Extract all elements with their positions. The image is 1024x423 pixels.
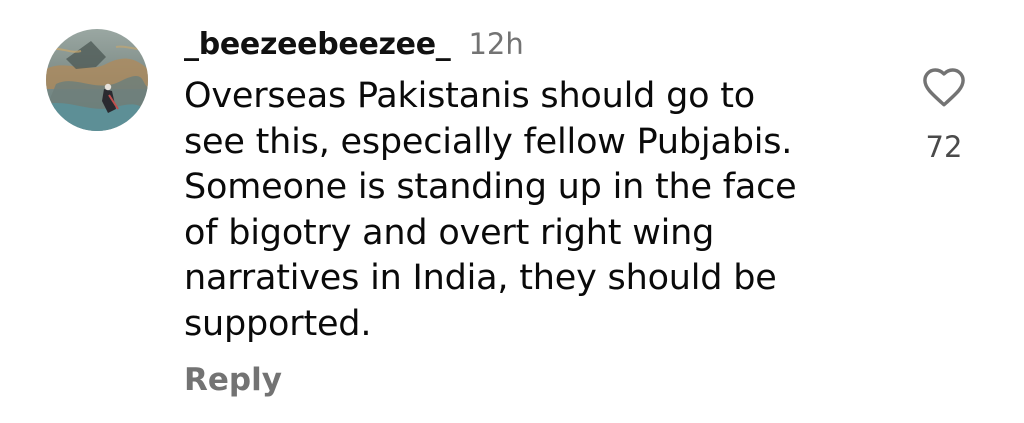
- avatar[interactable]: [46, 29, 148, 131]
- comment-text-line: Someone is standing up in the face: [184, 167, 797, 207]
- comment-item: _beezeebeezee_ 12h Overseas Pakistanis s…: [0, 0, 1024, 423]
- comment-meta: _beezeebeezee_ 12h: [184, 22, 884, 66]
- comment-text-line: see this, especially fellow Pubjabis.: [184, 121, 793, 162]
- avatar-image: [46, 29, 148, 131]
- reply-button[interactable]: Reply: [184, 362, 282, 398]
- like-count: 72: [925, 130, 963, 164]
- comment-text: Overseas Pakistanis should go to see thi…: [184, 74, 844, 347]
- heart-outline-icon[interactable]: [921, 66, 967, 108]
- comment-text-line: supported.: [184, 303, 372, 344]
- comment-content: _beezeebeezee_ 12h Overseas Pakistanis s…: [184, 22, 884, 347]
- comment-text-line: of bigotry and overt right wing: [184, 212, 715, 253]
- like-column: 72: [916, 66, 972, 164]
- comment-text-line: Overseas Pakistanis should go to: [184, 76, 755, 116]
- username-link[interactable]: _beezeebeezee_: [184, 23, 451, 67]
- comment-timestamp: 12h: [468, 27, 524, 61]
- comment-text-line: narratives in India, they should be: [184, 258, 777, 298]
